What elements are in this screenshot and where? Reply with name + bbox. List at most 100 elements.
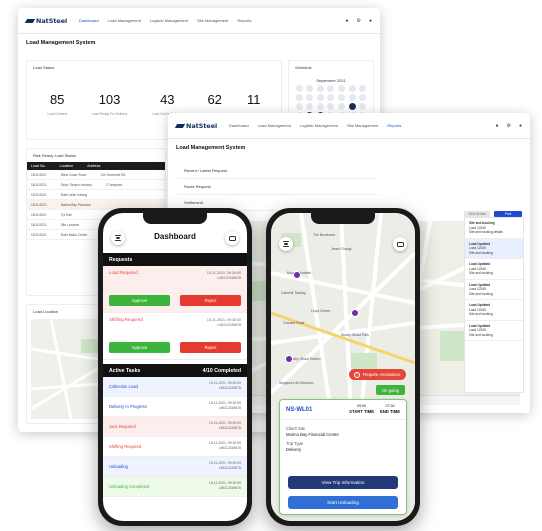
map-pin-icon[interactable] bbox=[293, 271, 301, 279]
map-label: Lloyd Centre bbox=[311, 309, 331, 313]
nav-dashboard[interactable]: Dashboard bbox=[229, 123, 249, 128]
calendar-day[interactable] bbox=[306, 85, 314, 92]
approve-button[interactable]: Approve bbox=[109, 295, 170, 306]
stat-item[interactable]: 103 Load Ready For Delivery bbox=[92, 92, 127, 116]
activity-item[interactable]: Load Updated Load 12345 Site and booking bbox=[465, 280, 523, 300]
task-title: Unloading bbox=[109, 464, 128, 469]
map-pin-icon[interactable] bbox=[351, 309, 359, 317]
brand-logo[interactable]: NatSteel bbox=[174, 122, 220, 130]
calendar-day[interactable] bbox=[327, 94, 335, 101]
nav-load-management[interactable]: Load Management bbox=[108, 18, 141, 23]
calendar-day[interactable] bbox=[338, 85, 346, 92]
task-id: LMD12345678 bbox=[218, 386, 241, 390]
task-meta: 19-11-2021, 09:30:00 LMD12345678 bbox=[209, 441, 241, 451]
calendar-day[interactable] bbox=[348, 94, 356, 101]
task-row[interactable]: Shifting Required 19-11-2021, 09:30:00 LMD… bbox=[103, 437, 247, 457]
table-row[interactable]: 15/11/2021 West Coast Tower 130 Somerset R… bbox=[27, 170, 165, 180]
calendar-day[interactable] bbox=[306, 103, 314, 110]
nav-reports[interactable]: Reports bbox=[387, 123, 401, 128]
task-row[interactable]: Delivery In Progress 19-11-2021, 09:30:00… bbox=[103, 397, 247, 417]
calendar-day[interactable] bbox=[327, 103, 335, 110]
activity-item[interactable]: Site and booking Load 12345 Site and booki… bbox=[465, 218, 523, 239]
menu-icon[interactable] bbox=[111, 231, 125, 245]
map-label: Cairnhill Trading bbox=[281, 291, 306, 295]
calendar-day[interactable] bbox=[338, 103, 346, 110]
calendar-day[interactable] bbox=[306, 94, 314, 101]
calendar-day[interactable] bbox=[359, 94, 367, 101]
approve-button[interactable]: Approve bbox=[109, 342, 170, 353]
nav-load-management[interactable]: Load Management bbox=[258, 123, 291, 128]
reject-button[interactable]: Reject bbox=[180, 295, 241, 306]
user-icon[interactable]: ● bbox=[519, 123, 522, 129]
calendar-day[interactable] bbox=[359, 85, 367, 92]
nav-site-management[interactable]: Site Management bbox=[197, 18, 228, 23]
calendar-day[interactable] bbox=[295, 94, 303, 101]
table-row[interactable]: 15/11/2021 Bukit Jalan Kalang bbox=[27, 190, 165, 200]
camera-icon[interactable] bbox=[225, 231, 239, 245]
activity-title: Site and booking bbox=[469, 221, 495, 225]
calendar-day[interactable] bbox=[316, 103, 324, 110]
activity-line: Load 12345 bbox=[469, 246, 486, 250]
map-label: Dhoby Ghaut Station bbox=[289, 357, 321, 361]
calendar-day-selected[interactable] bbox=[348, 103, 356, 110]
nav-logistic-management[interactable]: Logistic Management bbox=[300, 123, 338, 128]
task-list: Collection Load 19-11-2021, 09:30:00 LMD12… bbox=[103, 377, 247, 497]
column-header[interactable]: Load No. bbox=[31, 164, 46, 168]
nav-logistic-management[interactable]: Logistic Management bbox=[150, 18, 188, 23]
gear-icon[interactable]: ⚙ bbox=[356, 18, 360, 24]
column-header[interactable]: Location bbox=[60, 164, 74, 168]
calendar-day[interactable] bbox=[295, 103, 303, 110]
stat-item[interactable]: 85 Load Created bbox=[48, 92, 67, 116]
calendar-day[interactable] bbox=[348, 85, 356, 92]
task-row[interactable]: Unloading 19-11-2021, 09:30:00 LMD12345678 bbox=[103, 457, 247, 477]
calendar-month[interactable]: September 2021 bbox=[289, 74, 373, 83]
activity-title: Load Updated bbox=[469, 282, 491, 287]
calendar-day[interactable] bbox=[338, 94, 346, 101]
list-item[interactable]: Recent / Latest Request bbox=[178, 163, 378, 179]
task-date: 19-11-2021, 09:30:00 bbox=[208, 401, 241, 405]
activity-item[interactable]: Load Updated Load 12345 Site and booking bbox=[465, 259, 523, 280]
view-trip-info-button[interactable]: View Trip Information bbox=[288, 476, 398, 489]
top-nav: NatSteel Dashboard Load Management Logis… bbox=[168, 113, 530, 139]
activity-line: Site and booking details bbox=[469, 230, 503, 234]
calendar-day[interactable] bbox=[359, 103, 367, 110]
end-time-label: END TIME bbox=[379, 409, 400, 414]
activity-line: Load 12345 bbox=[469, 328, 486, 332]
task-row[interactable]: Unloading Completed 19-11-2021, 09:30:00 L… bbox=[103, 477, 247, 497]
calendar-day[interactable] bbox=[295, 85, 303, 92]
task-id: LMD12345678 bbox=[218, 446, 241, 450]
task-id: LMD12345678 bbox=[218, 466, 241, 470]
task-row[interactable]: Jack Required 19-11-2021, 09:30:00 LMD1234… bbox=[103, 417, 247, 437]
menu-icon[interactable] bbox=[279, 237, 293, 251]
trip-card: NS-WL01 09:00 START TIME 07:30 END TIME Cl… bbox=[279, 399, 407, 515]
brand-logo[interactable]: NatSteel bbox=[24, 17, 70, 25]
calendar-day[interactable] bbox=[316, 94, 324, 101]
reject-button[interactable]: Reject bbox=[180, 342, 241, 353]
calendar-heading: Schedule bbox=[295, 65, 312, 70]
require-assistance-button[interactable]: ! Require Assistance bbox=[349, 369, 406, 380]
nav-site-management[interactable]: Site Management bbox=[347, 123, 378, 128]
nav-dashboard[interactable]: Dashboard bbox=[79, 18, 99, 23]
request-date: 19-11-2021, 09:30:00 bbox=[206, 318, 241, 322]
table-row[interactable]: 15/11/2021 Seiyo Tampin Industry 2 Tampine… bbox=[27, 180, 165, 190]
gear-icon[interactable]: ⚙ bbox=[506, 123, 510, 129]
phone-screen: The Boulevard Jewel Changi Mount Elizabe… bbox=[271, 213, 415, 521]
bell-icon[interactable]: ● bbox=[345, 18, 348, 24]
table-heading: Risk Ready Load Status bbox=[33, 153, 76, 158]
task-title: Unloading Completed bbox=[109, 484, 150, 489]
activity-item[interactable]: Load Updated Load 12345 Site and booking bbox=[465, 238, 523, 259]
activity-item[interactable]: Load Updated Load 12345 Site and booking bbox=[465, 300, 523, 321]
task-row[interactable]: Collection Load 19-11-2021, 09:30:00 LMD12… bbox=[103, 377, 247, 397]
calendar-day[interactable] bbox=[316, 85, 324, 92]
start-unloading-button[interactable]: Start Unloading bbox=[288, 496, 398, 509]
camera-icon[interactable] bbox=[393, 237, 407, 251]
column-header[interactable]: Address bbox=[87, 164, 100, 168]
map-pin-icon[interactable] bbox=[285, 355, 293, 363]
user-icon[interactable]: ● bbox=[369, 18, 372, 24]
list-item[interactable]: Route Request bbox=[178, 179, 378, 195]
calendar-day[interactable] bbox=[327, 85, 335, 92]
nav-reports[interactable]: Reports bbox=[237, 18, 251, 23]
bell-icon[interactable]: ● bbox=[495, 123, 498, 129]
activity-item[interactable]: Load Updated Load 12345 Site and booking bbox=[465, 321, 523, 341]
stat-label: Load Created bbox=[47, 112, 67, 116]
